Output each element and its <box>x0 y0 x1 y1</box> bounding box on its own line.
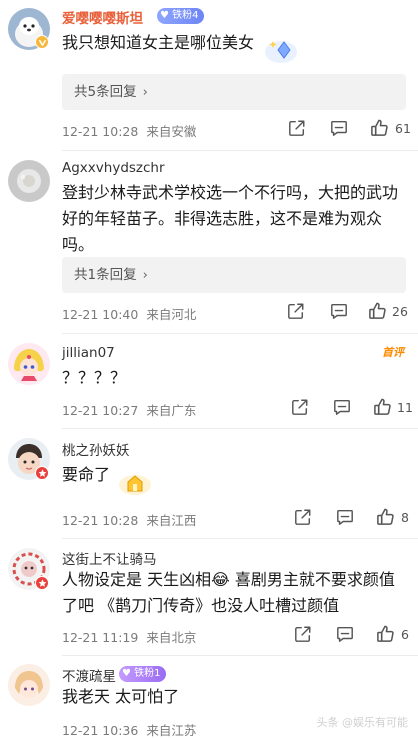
comment-location: 来自江苏 <box>146 723 197 738</box>
comment-text: 登封少林寺武术学校选一个不行吗，大把的武功好的年轻苗子。非得选志胜，这不是难为观… <box>62 183 399 254</box>
divider <box>62 428 418 429</box>
comment-time: 12-21 10:40 <box>62 307 139 322</box>
comment-icon[interactable] <box>336 625 354 643</box>
like-count: 61 <box>395 121 411 136</box>
reply-count-label: 共1条回复 <box>74 267 137 283</box>
comment-location: 来自北京 <box>146 630 197 645</box>
fan-badge: ♥ 铁粉1 <box>119 666 166 682</box>
like-count: 8 <box>401 510 409 525</box>
badge-star-icon <box>35 576 49 590</box>
watermark: 头条 @娱乐有可能 <box>316 716 409 729</box>
comment-meta: 12-21 10:27 来自广东 <box>62 400 196 419</box>
comment-time: 12-21 10:27 <box>62 403 139 418</box>
view-replies-button[interactable]: 共1条回复 › <box>62 257 406 293</box>
comment-text: 要命了 <box>62 465 111 484</box>
like-icon[interactable] <box>368 301 387 320</box>
avatar[interactable] <box>8 664 50 706</box>
comment-icon[interactable] <box>333 398 351 416</box>
username[interactable]: 桃之孙妖妖 <box>62 439 130 459</box>
comment-location: 来自广东 <box>146 403 197 418</box>
comment-icon[interactable] <box>330 119 348 137</box>
fan-badge-label: 铁粉1 <box>134 668 161 679</box>
comment-location: 来自江西 <box>146 513 197 528</box>
like-count: 6 <box>401 627 409 642</box>
like-count: 11 <box>397 400 413 415</box>
divider <box>62 655 418 656</box>
like-icon[interactable] <box>376 624 395 643</box>
avatar[interactable] <box>8 343 50 385</box>
avatar[interactable] <box>8 160 50 202</box>
comment-icon[interactable] <box>336 508 354 526</box>
username[interactable]: Agxxvhydszchr <box>62 160 165 176</box>
username[interactable]: jillian07 <box>62 345 115 361</box>
comment-time: 12-21 10:28 <box>62 513 139 528</box>
fan-badge: ♥ 铁粉4 <box>157 8 204 24</box>
share-icon[interactable] <box>291 398 309 416</box>
username[interactable]: 这街上不让骑马 <box>62 548 157 568</box>
divider <box>62 538 418 539</box>
comment-text: 我老天 太可怕了 <box>62 687 180 706</box>
first-comment-tag: 首评 <box>382 346 404 359</box>
comment-time: 12-21 10:28 <box>62 124 139 139</box>
share-icon[interactable] <box>288 119 306 137</box>
comment-location: 来自安徽 <box>146 124 197 139</box>
share-icon[interactable] <box>287 302 305 320</box>
comment-text: ？？？？ <box>62 368 127 387</box>
gift-sticker-icon <box>119 475 151 495</box>
divider <box>62 150 418 151</box>
chevron-right-icon: › <box>142 268 148 283</box>
share-icon[interactable] <box>294 508 312 526</box>
verified-badge-icon <box>35 35 49 49</box>
like-icon[interactable] <box>370 118 389 137</box>
like-count: 26 <box>392 304 408 319</box>
share-icon[interactable] <box>294 625 312 643</box>
view-replies-button[interactable]: 共5条回复 › <box>62 74 406 110</box>
comment-icon[interactable] <box>330 302 348 320</box>
fan-badge-label: 铁粉4 <box>172 10 199 21</box>
comment-meta: 12-21 11:19 来自北京 <box>62 627 196 646</box>
sparkle-sticker-icon <box>265 41 297 63</box>
comment-meta: 12-21 10:36 来自江苏 <box>62 720 196 738</box>
like-icon[interactable] <box>373 397 392 416</box>
chevron-right-icon: › <box>142 85 148 100</box>
comment-meta: 12-21 10:40 来自河北 <box>62 304 196 323</box>
badge-star-icon <box>35 466 49 480</box>
divider <box>62 333 418 334</box>
comment-meta: 12-21 10:28 来自安徽 <box>62 121 196 140</box>
username[interactable]: 爱嘤嘤嘤斯坦 <box>62 7 143 27</box>
username[interactable]: 不渡疏星 <box>62 665 116 685</box>
comment-time: 12-21 10:36 <box>62 723 139 738</box>
like-icon[interactable] <box>376 507 395 526</box>
comment-meta: 12-21 10:28 来自江西 <box>62 510 196 529</box>
comment-time: 12-21 11:19 <box>62 630 139 645</box>
comment-text: 人物设定是 天生凶相😂 喜剧男主就不要求颜值了吧 《鹊刀门传奇》也没人吐槽过颜值 <box>62 570 395 615</box>
reply-count-label: 共5条回复 <box>74 84 137 100</box>
comment-location: 来自河北 <box>146 307 197 322</box>
comment-text: 我只想知道女主是哪位美女 <box>62 33 255 52</box>
